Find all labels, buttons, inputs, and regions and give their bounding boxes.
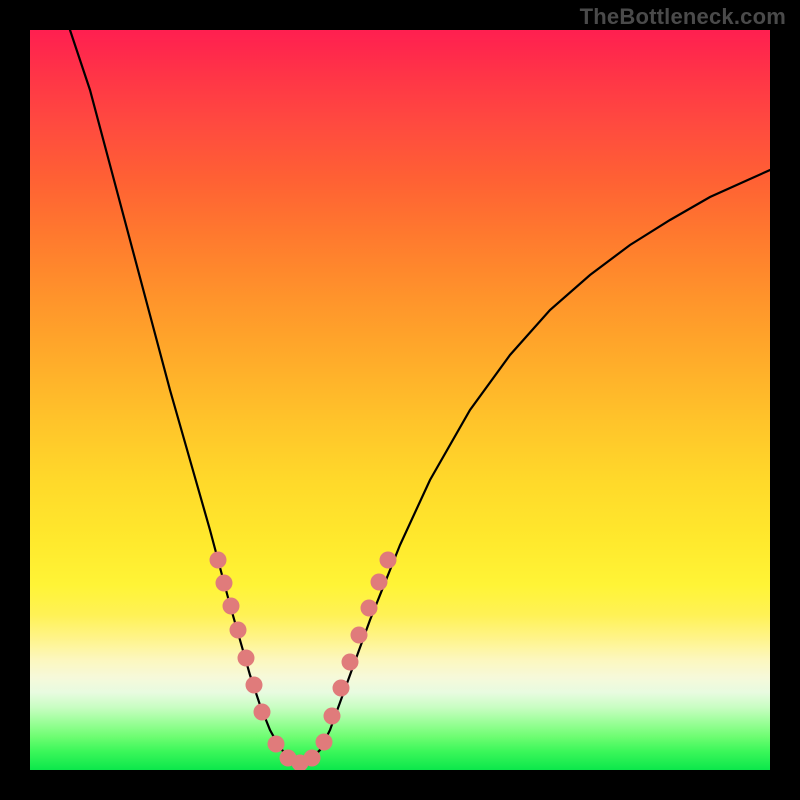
overlay-dot: [324, 708, 341, 725]
curve-right: [310, 170, 770, 760]
overlay-dot: [333, 680, 350, 697]
overlay-dot: [268, 736, 285, 753]
overlay-dot: [361, 600, 378, 617]
overlay-dot: [230, 622, 247, 639]
overlay-dot: [238, 650, 255, 667]
dots-group: [210, 552, 397, 771]
overlay-dot: [216, 575, 233, 592]
overlay-dot: [380, 552, 397, 569]
overlay-dot: [246, 677, 263, 694]
watermark-text: TheBottleneck.com: [580, 4, 786, 30]
overlay-dot: [342, 654, 359, 671]
plot-area: [30, 30, 770, 770]
overlay-dot: [210, 552, 227, 569]
curves-svg: [30, 30, 770, 770]
overlay-dot: [316, 734, 333, 751]
chart-frame: TheBottleneck.com: [0, 0, 800, 800]
overlay-dot: [304, 750, 321, 767]
overlay-dot: [371, 574, 388, 591]
curve-left: [70, 30, 300, 763]
overlay-dot: [351, 627, 368, 644]
overlay-dot: [254, 704, 271, 721]
overlay-dot: [223, 598, 240, 615]
